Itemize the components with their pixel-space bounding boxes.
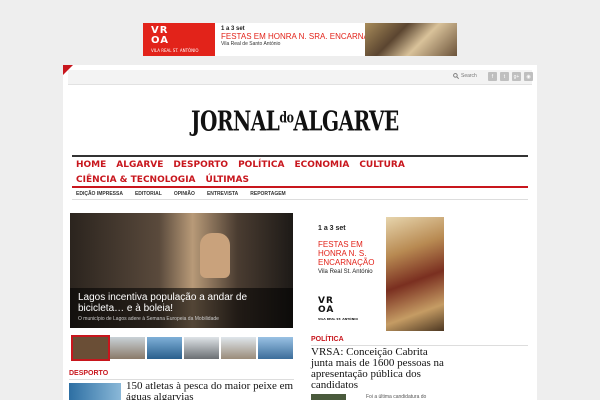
slider-thumb-2[interactable] [110, 337, 145, 359]
featured-title[interactable]: Lagos incentiva população a andar de bic… [78, 292, 285, 314]
ad-logo-sub: VILA REAL ST. ANTÓNIO [151, 48, 199, 53]
nav-item-politica[interactable]: POLÍTICA [238, 160, 284, 170]
slider-thumb-6[interactable] [258, 337, 293, 359]
sidebar-ad-date: 1 a 3 set [318, 225, 346, 232]
nav-item-ciencia-tecnologia[interactable]: CIÊNCIA & TECNOLOGIA [76, 175, 196, 185]
ad-text: 1 a 3 set FESTAS EM HONRA N. SRA. ENCARN… [215, 23, 387, 56]
politica-article-thumb[interactable] [311, 394, 346, 400]
featured-caption: Lagos incentiva população a andar de bic… [70, 288, 293, 328]
logo-part-do: do [279, 109, 294, 127]
sidebar-ad-place: Vila Real St. António [318, 269, 373, 275]
nav-item-home[interactable]: HOME [76, 160, 106, 170]
search-label: Search [461, 73, 477, 79]
nav-item-economia[interactable]: ECONOMIA [294, 160, 349, 170]
facebook-icon[interactable]: f [488, 72, 497, 81]
ad-headline: FESTAS EM HONRA N. SRA. ENCARNAÇÃO [221, 32, 387, 41]
politica-article-title[interactable]: VRSA: Conceição Cabrita junta mais de 16… [311, 347, 451, 391]
nav-row-2: CIÊNCIA & TECNOLOGIA ÚLTIMAS [72, 172, 528, 187]
sidebar-ad-logo-mark: VR OA [318, 296, 335, 315]
slider-thumb-5[interactable] [221, 337, 256, 359]
sidebar-ad-headline: FESTAS EM HONRA N. S. ENCARNAÇÃO [318, 240, 375, 267]
ad-logo-mark: VR OA [151, 25, 169, 46]
featured-slide[interactable]: Lagos incentiva população a andar de bic… [70, 213, 293, 328]
subnav-opiniao[interactable]: OPINIÃO [174, 191, 195, 197]
top-banner-ad[interactable]: VR OA VILA REAL ST. ANTÓNIO 1 a 3 set FE… [143, 23, 457, 56]
thumbs-up-image [200, 233, 230, 278]
sidebar-ad-logo-sub: VILA REAL ST. ANTÓNIO [318, 317, 358, 321]
slider-thumb-4[interactable] [184, 337, 219, 359]
site-logo[interactable]: JORNALdoALGARVE [191, 105, 399, 137]
search-icon [453, 73, 459, 79]
logo-part-jornal: JORNAL [191, 105, 280, 138]
sidebar-ad-text: 1 a 3 set FESTAS EM HONRA N. S. ENCARNAÇ… [318, 225, 388, 275]
twitter-icon[interactable]: t [500, 72, 509, 81]
utility-bar: Search f t g+ ◉ [68, 70, 533, 85]
section-heading-politica[interactable]: POLÍTICA [311, 336, 344, 343]
sub-nav: EDIÇÃO IMPRESSA EDITORIAL OPINIÃO ENTREV… [72, 188, 528, 200]
slider-thumbnails [71, 335, 293, 361]
rss-icon[interactable]: ◉ [524, 72, 533, 81]
subnav-reportagem[interactable]: REPORTAGEM [250, 191, 285, 197]
nav-item-cultura[interactable]: CULTURA [359, 160, 405, 170]
featured-excerpt: O município de Lagos adere à Semana Euro… [78, 316, 219, 322]
sidebar-ad-logo: VR OA VILA REAL ST. ANTÓNIO [318, 297, 358, 324]
main-nav: HOME ALGARVE DESPORTO POLÍTICA ECONOMIA … [72, 157, 528, 187]
social-links: f t g+ ◉ [488, 72, 533, 81]
sidebar-ad[interactable]: 1 a 3 set FESTAS EM HONRA N. S. ENCARNAÇ… [310, 217, 444, 331]
desporto-article-title[interactable]: 150 atletas à pesca do maior peixe em ág… [126, 381, 296, 400]
slider-thumb-3[interactable] [147, 337, 182, 359]
ad-place: Vila Real de Santo António [221, 41, 281, 47]
googleplus-icon[interactable]: g+ [512, 72, 521, 81]
search-link[interactable]: Search [453, 73, 477, 79]
logo-part-algarve: ALGARVE [293, 105, 399, 138]
subnav-edicao-impressa[interactable]: EDIÇÃO IMPRESSA [76, 191, 123, 197]
sidebar-ad-image [386, 217, 444, 331]
desporto-article-thumb[interactable] [69, 383, 121, 400]
nav-item-ultimas[interactable]: ÚLTIMAS [206, 175, 249, 185]
slider-thumb-1[interactable] [71, 335, 110, 361]
nav-item-desporto[interactable]: DESPORTO [173, 160, 228, 170]
page-container: Search f t g+ ◉ JORNALdoALGARVE HOME ALG… [63, 65, 537, 400]
ad-image [365, 23, 457, 56]
nav-row-1: HOME ALGARVE DESPORTO POLÍTICA ECONOMIA … [72, 157, 528, 172]
section-heading-desporto[interactable]: DESPORTO [69, 370, 108, 377]
ad-logo: VR OA VILA REAL ST. ANTÓNIO [143, 23, 215, 56]
subnav-entrevista[interactable]: ENTREVISTA [207, 191, 238, 197]
subnav-editorial[interactable]: EDITORIAL [135, 191, 162, 197]
politica-article-snippet: Foi a última candidatura do [366, 394, 427, 400]
nav-item-algarve[interactable]: ALGARVE [116, 160, 163, 170]
